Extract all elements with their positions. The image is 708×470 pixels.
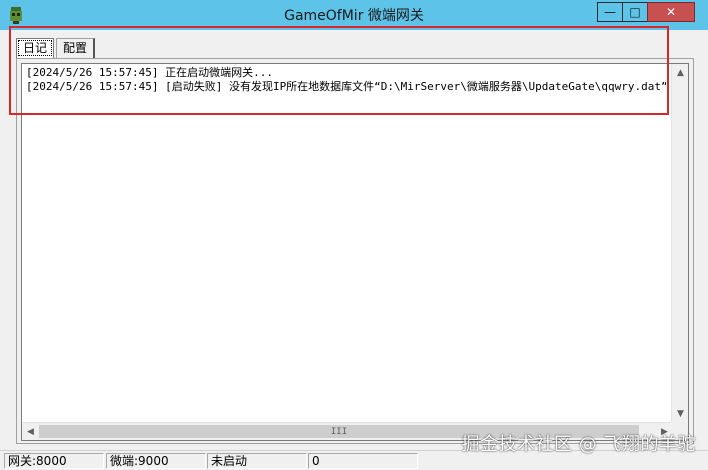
log-line: [2024/5/26 15:57:45] [启动失败] 没有发现IP所在地数据库… <box>26 80 666 93</box>
arrow-left-icon[interactable]: ◀ <box>22 423 39 440</box>
tab-panel-log: [2024/5/26 15:57:45] 正在启动微端网关... [2024/5… <box>16 58 694 444</box>
tab-config[interactable]: 配置 <box>56 38 96 58</box>
log-listbox[interactable]: [2024/5/26 15:57:45] 正在启动微端网关... [2024/5… <box>21 63 689 441</box>
arrow-up-icon[interactable]: ▲ <box>672 64 689 81</box>
title-bar[interactable]: GameOfMir 微端网关 — □ ✕ <box>0 0 708 30</box>
log-text-area[interactable]: [2024/5/26 15:57:45] 正在启动微端网关... [2024/5… <box>26 66 666 416</box>
status-count: 0 <box>308 453 418 469</box>
status-gateway-port: 网关:8000 <box>4 453 104 469</box>
close-button[interactable]: ✕ <box>647 2 695 22</box>
tab-log[interactable]: 日记 <box>16 38 55 58</box>
status-micro-port: 微端:9000 <box>106 453 206 469</box>
arrow-down-icon[interactable]: ▼ <box>672 405 689 422</box>
minimize-button[interactable]: — <box>597 2 623 22</box>
status-state: 未启动 <box>207 453 307 469</box>
log-line: [2024/5/26 15:57:45] 正在启动微端网关... <box>26 66 273 79</box>
maximize-button[interactable]: □ <box>622 2 648 22</box>
vertical-scrollbar[interactable]: ▲ ▼ <box>671 64 688 422</box>
tab-strip: 日记 配置 <box>16 38 97 60</box>
watermark: 掘金技术社区 @ 飞翔的羊驼 <box>461 434 696 455</box>
app-window: GameOfMir 微端网关 — □ ✕ 日记 配置 [2024/5/26 15… <box>0 0 708 470</box>
client-area: 日记 配置 [2024/5/26 15:57:45] 正在启动微端网关... [… <box>8 30 700 448</box>
